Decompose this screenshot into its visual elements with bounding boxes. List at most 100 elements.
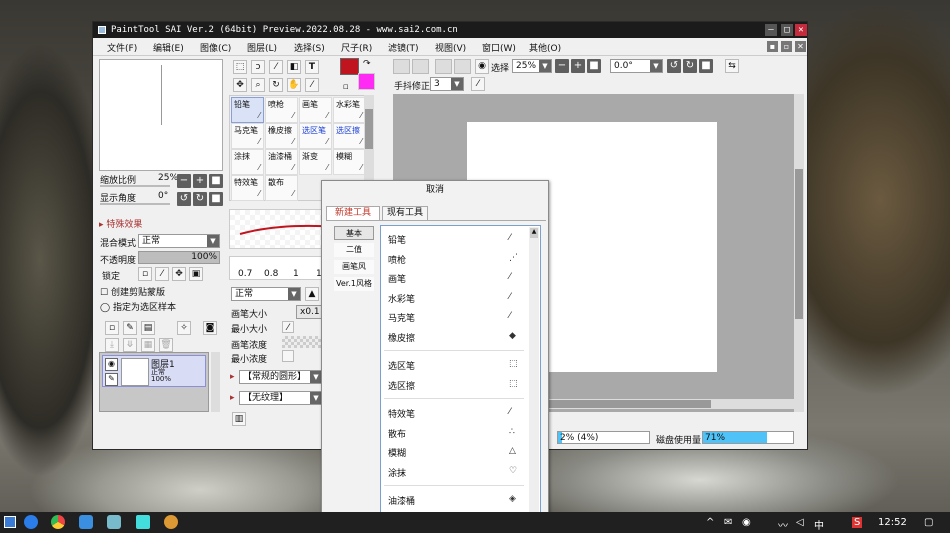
mdi-minimize-button[interactable]: ▪ [767,41,778,52]
tray-app-icon[interactable]: ◉ [742,517,751,528]
mdi-close-button[interactable]: ✕ [795,41,806,52]
selection-toggle-icon[interactable]: ◉ [475,59,489,74]
deselect-button[interactable] [435,59,452,74]
category-brush-style[interactable]: 画笔风 [334,260,374,274]
tool-gradient[interactable]: 渐变 ⁄ [299,149,332,175]
browser-icon[interactable] [24,515,38,529]
list-item[interactable]: 特效笔 ⁄ [381,404,527,422]
min-density-checkbox[interactable] [282,350,294,362]
menu-file[interactable]: 文件(F) [107,41,137,54]
blend-mode-select[interactable]: 正常 ▼ [138,234,220,248]
clock[interactable]: 12:52 [878,517,907,528]
menu-edit[interactable]: 编辑(E) [153,41,184,54]
eye-icon[interactable]: ◉ [105,358,118,371]
layer-row[interactable]: ◉ ✎ 图层1 正常 100% [102,355,206,387]
secondary-color-swatch[interactable] [358,73,375,90]
list-item[interactable]: 画笔 ⁄ [381,269,527,287]
brush-size-2[interactable]: 1 [293,269,299,279]
opacity-slider[interactable]: 100% [138,251,220,264]
delete-layer-icon[interactable]: 🗑 [159,338,173,352]
list-item[interactable]: 水彩笔 ⁄ [381,289,527,307]
tool-watercolor[interactable]: 水彩笔 ⁄ [333,97,366,123]
angle-select[interactable]: 0.0° ▼ [610,59,663,73]
chrome-icon[interactable] [51,515,65,529]
start-icon[interactable] [4,516,16,528]
zoom-slider[interactable] [100,185,170,187]
tool-blur[interactable]: 模糊 ⁄ [333,149,366,175]
density-slider[interactable] [282,336,322,348]
flip-icon[interactable]: ⇆ [725,59,739,73]
maximize-button[interactable]: □ [781,24,793,36]
transparent-color-icon[interactable]: ◽ [343,82,349,91]
lock-transparency-icon[interactable]: ▫ [138,267,152,281]
lock-paint-icon[interactable]: ⁄ [155,267,169,281]
list-item[interactable]: 铅笔 ⁄ [381,230,527,248]
toolbar-zoom-out-button[interactable]: − [555,59,569,73]
menu-view[interactable]: 视图(V) [435,41,466,54]
tool-brush[interactable]: 画笔 ⁄ [299,97,332,123]
mdi-restore-button[interactable]: ▫ [781,41,792,52]
pencil-icon[interactable]: ✎ [105,373,118,386]
tab-existing-tool[interactable]: 现有工具 [382,206,428,220]
transfer-down-icon[interactable]: ⤓ [105,338,119,352]
scroll-thumb[interactable] [365,109,373,149]
undo-button[interactable] [393,59,410,74]
brush-mode-select[interactable]: 正常 ▼ [231,287,301,301]
lasso-icon[interactable]: ↄ [251,60,265,74]
toolbar-rotate-right-button[interactable]: ↻ [683,59,697,73]
notes-icon[interactable] [136,515,150,529]
tool-airbrush[interactable]: 喷枪 ⁄ [265,97,298,123]
new-folder-icon[interactable]: ▤ [141,321,155,335]
line-tool-icon[interactable]: ⁄ [471,77,485,91]
canvas-vscrollbar[interactable] [794,94,804,412]
redo-button[interactable] [412,59,429,74]
swap-colors-icon[interactable]: ↷ [363,59,371,69]
merge-down-icon[interactable]: ⤋ [123,338,137,352]
list-item[interactable]: 喷枪 ⋰ [381,250,527,268]
menu-select[interactable]: 选择(S) [294,41,325,54]
brush-size-0[interactable]: 0.7 [238,269,252,279]
tool-scatter[interactable]: 散布 ⁄ [265,175,298,201]
toolbar-zoom-in-button[interactable]: + [571,59,585,73]
tool-pencil[interactable]: 铅笔 ⁄ [231,97,264,123]
minimize-button[interactable]: – [765,24,777,36]
list-item[interactable]: 涂抹 ♡ [381,463,527,481]
brush-shape-up-icon[interactable]: ▲ [305,287,319,301]
brush-size-1[interactable]: 0.8 [264,269,278,279]
rect-select-icon[interactable]: ⬚ [233,60,247,74]
tool-selpen[interactable]: 选区笔 ⁄ [299,123,332,149]
selection-source-checkbox[interactable]: ◯ 指定为选区样本 [100,300,176,313]
zoom-out-button[interactable]: − [177,174,191,188]
tool-eraser[interactable]: 橡皮擦 ⁄ [265,123,298,149]
layer-scrollbar[interactable] [211,352,220,412]
sai-taskbar-icon[interactable] [107,515,121,529]
paint-icon[interactable]: ◧ [287,60,301,74]
effects-header[interactable]: ▸ 特殊效果 [99,217,142,230]
navigator-preview[interactable] [99,59,223,171]
close-button[interactable]: ✕ [795,24,807,36]
size-multiplier-select[interactable]: x0.1 [296,305,322,319]
new-layer-icon[interactable]: ▫ [105,321,119,335]
menu-ruler[interactable]: 尺子(R) [341,41,372,54]
list-item[interactable]: 散布 ∴ [381,424,527,442]
popup-scrollbar[interactable]: ▲ ▼ [529,227,539,523]
brush-texture-select[interactable]: 【无纹理】 ▼ [239,391,323,405]
zoom-select[interactable]: 25% ▼ [512,59,552,73]
rotate-right-button[interactable]: ↻ [193,192,207,206]
list-item[interactable]: 橡皮擦 ◆ [381,328,527,346]
panel-trash-icon[interactable]: ▥ [232,412,246,426]
magic-wand-icon[interactable]: ⁄ [269,60,283,74]
rotate-left-button[interactable]: ↺ [177,192,191,206]
app-store-icon[interactable] [79,515,93,529]
clip-mask-checkbox[interactable]: ☐ 创建剪贴蒙版 [100,285,165,298]
angle-slider[interactable] [100,203,170,205]
eyedropper-icon[interactable]: ⁄ [305,78,319,92]
category-binary[interactable]: 二值 [334,243,374,257]
menu-other[interactable]: 其他(O) [529,41,561,54]
menu-image[interactable]: 图像(C) [200,41,231,54]
ime-indicator[interactable]: 中 [814,517,824,532]
invert-select-button[interactable] [454,59,471,74]
sogou-icon[interactable]: S [852,517,863,528]
min-size-lock-icon[interactable]: ⁄ [282,321,294,333]
menu-filter[interactable]: 滤镜(T) [388,41,419,54]
